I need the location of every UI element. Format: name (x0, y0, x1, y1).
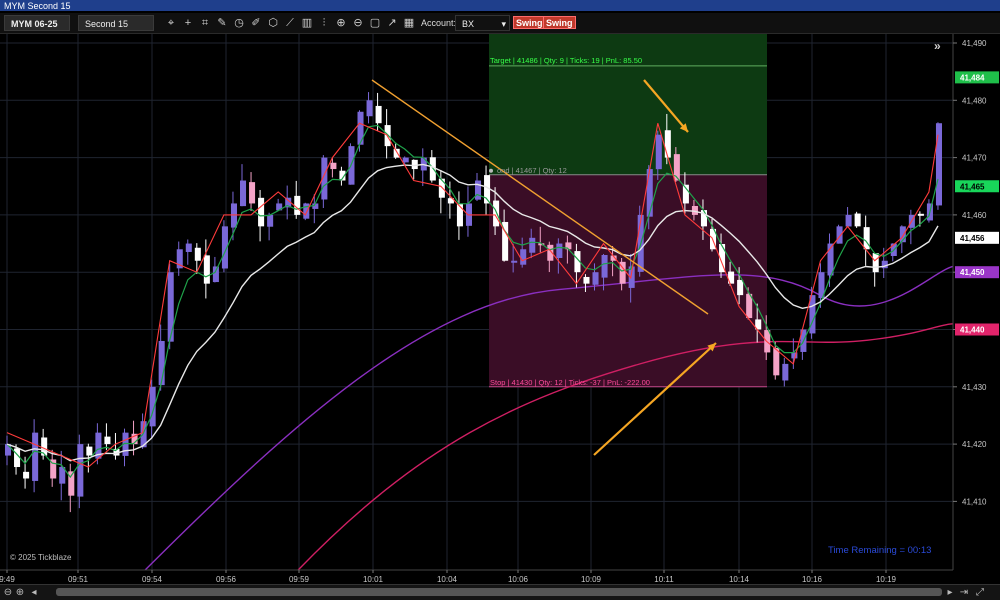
price-marker-label: 41,456 (960, 234, 985, 243)
time-tick-label: 10:04 (437, 575, 458, 584)
price-marker-label: 41,440 (960, 326, 985, 335)
candle-body (872, 253, 879, 273)
candle-body (23, 471, 30, 479)
candle-body (294, 195, 301, 215)
candle-body (664, 130, 671, 158)
price-tick-label: 41,430 (962, 383, 987, 392)
candle-body (86, 446, 93, 456)
candles (5, 92, 942, 513)
scroll-left-icon[interactable]: ◂ (28, 585, 40, 600)
price-tick-label: 41,420 (962, 440, 987, 449)
horizontal-scrollbar[interactable] (56, 588, 942, 596)
time-tick-label: 10:01 (363, 575, 384, 584)
candle-body (493, 200, 500, 227)
time-axis: 9:49 09:51 09:54 09:56 09:59 10:01 10:04 10:06 1… (0, 569, 953, 584)
candle-body (475, 180, 482, 200)
candle-body (14, 448, 21, 468)
candle-body (185, 243, 192, 252)
target-order-label[interactable]: Target | 41486 | Qty: 9 | Ticks: 19 | Pn… (490, 56, 642, 65)
candle-body (240, 180, 247, 207)
price-chart[interactable]: Target | 41486 | Qty: 9 | Ticks: 19 | Pn… (0, 0, 1000, 599)
time-tick-label: 09:54 (142, 575, 163, 584)
time-tick-label: 09:51 (68, 575, 89, 584)
price-tick-label: 41,470 (962, 154, 987, 163)
price-axis: 41,410 41,420 41,430 41,440 41,450 41,460 41,4… (952, 34, 1000, 570)
price-tick-label: 41,490 (962, 39, 987, 48)
stop-order-label[interactable]: Stop | 41430 | Qty: 12 | Ticks: -37 | Pn… (490, 378, 650, 387)
price-marker-label: 41,450 (960, 268, 985, 277)
candle-body (845, 214, 852, 227)
candle-body (583, 276, 590, 284)
candle-body (366, 100, 373, 117)
candle-body (194, 247, 201, 261)
candle-body (212, 266, 219, 283)
candle-body (520, 249, 527, 265)
price-marker-label: 41,484 (960, 73, 985, 82)
copyright-text: © 2025 Tickblaze (10, 553, 72, 562)
scroll-bar-area: ⊖ ⊕ ◂ ▸ ⇥ ⤢ (0, 584, 1000, 600)
candle-body (782, 363, 789, 381)
candle-body (330, 162, 337, 170)
candle-body (375, 105, 382, 124)
time-tick-label: 10:16 (802, 575, 823, 584)
price-tick-label: 41,480 (962, 96, 987, 105)
candle-body (529, 237, 536, 253)
candle-body (357, 111, 364, 145)
candle-body (737, 279, 744, 296)
candle-body (556, 243, 563, 258)
entry-marker (489, 168, 493, 173)
zoom-out-icon[interactable]: ⊖ (2, 585, 14, 600)
entry-order-label[interactable]: ond | 41467 | Qty: 12 (497, 166, 567, 175)
candle-body (32, 432, 39, 481)
candle-body (267, 214, 274, 227)
time-tick-label: 10:09 (581, 575, 602, 584)
scroll-right-icon[interactable]: ▸ (944, 585, 956, 600)
stop-zone (489, 174, 767, 387)
scroll-thumb[interactable] (56, 588, 942, 596)
zoom-in-icon[interactable]: ⊕ (14, 585, 26, 600)
price-tick-label: 41,460 (962, 211, 987, 220)
scroll-end-icon[interactable]: ⇥ (958, 585, 970, 600)
candle-body (104, 436, 111, 445)
candle-body (411, 159, 418, 170)
time-tick-label: 09:59 (289, 575, 310, 584)
candle-body (249, 182, 256, 204)
double-chevron-right-icon[interactable]: » (934, 39, 941, 53)
price-marker-label: 41,465 (960, 182, 985, 191)
candle-body (167, 272, 174, 342)
candle-body (917, 213, 924, 216)
time-tick-label: 10:19 (876, 575, 897, 584)
candle-body (646, 169, 653, 217)
candle-body (601, 255, 608, 278)
time-tick-label: 09:56 (216, 575, 237, 584)
fast-moving-average-line (6, 124, 939, 479)
candle-body (303, 203, 310, 219)
candle-body (592, 272, 599, 285)
time-tick-label: 10:14 (729, 575, 750, 584)
price-tick-label: 41,410 (962, 497, 987, 506)
time-tick-label: 10:06 (508, 575, 529, 584)
expand-icon[interactable]: ⤢ (974, 585, 986, 600)
candle-body (402, 157, 409, 163)
candle-body (773, 347, 780, 376)
time-tick-label: 9:49 (0, 575, 15, 584)
candle-body (854, 213, 861, 227)
price-axis-bg (953, 34, 1000, 570)
zigzag-line (6, 122, 939, 468)
candle-body (258, 197, 265, 227)
time-tick-label: 10:11 (654, 575, 674, 584)
candle-body (230, 203, 237, 228)
candle-body (655, 134, 662, 170)
candle-body (77, 444, 84, 497)
time-remaining-text: Time Remaining = 00:13 (828, 545, 931, 556)
candle-body (203, 255, 210, 284)
candle-body (935, 123, 942, 206)
candle-body (511, 260, 518, 263)
candle-body (836, 226, 843, 244)
